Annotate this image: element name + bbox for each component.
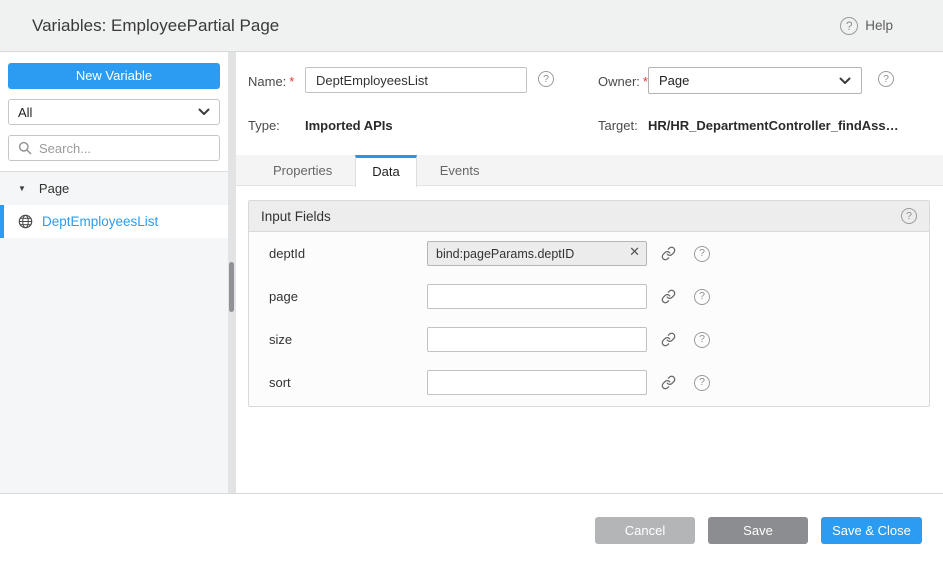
save-button[interactable]: Save — [708, 517, 808, 544]
sidebar-scrollbar-track — [228, 52, 236, 493]
editor-tabbar: Properties Data Events — [236, 155, 943, 186]
variable-editor-main: Name:* ? Owner:* Page ? Type: Imported A… — [236, 52, 943, 493]
clear-binding-icon[interactable]: ✕ — [629, 245, 640, 258]
variables-sidebar: New Variable All ▼ Page DeptEmployeesLis… — [0, 52, 228, 493]
field-help-icon[interactable]: ? — [694, 332, 710, 348]
variable-filter-select[interactable]: All — [8, 99, 220, 125]
new-variable-button[interactable]: New Variable — [8, 63, 220, 89]
input-fields-panel: Input Fields ? deptId ✕ ? page ? — [248, 200, 930, 407]
globe-icon — [18, 214, 33, 229]
bind-link-icon[interactable] — [661, 289, 676, 304]
name-label: Name:* — [248, 74, 294, 89]
input-field-row-deptid: deptId ✕ ? — [249, 232, 929, 275]
field-label: sort — [269, 375, 427, 390]
field-help-icon[interactable]: ? — [694, 246, 710, 262]
help-link[interactable]: ? Help — [840, 17, 893, 35]
size-input[interactable] — [427, 327, 647, 352]
type-value: Imported APIs — [305, 118, 393, 133]
field-label: page — [269, 289, 427, 304]
variable-search-box — [8, 135, 220, 161]
search-icon — [18, 141, 32, 155]
name-input[interactable] — [305, 67, 527, 93]
dialog-title: Variables: EmployeePartial Page — [32, 16, 279, 36]
input-field-row-size: size ? — [249, 318, 929, 361]
type-label: Type: — [248, 118, 280, 133]
sidebar-scrollbar-thumb[interactable] — [229, 262, 234, 312]
input-field-row-sort: sort ? — [249, 361, 929, 404]
tree-item-label: DeptEmployeesList — [42, 214, 158, 229]
chevron-down-icon — [198, 108, 210, 116]
page-input[interactable] — [427, 284, 647, 309]
field-label: deptId — [269, 246, 427, 261]
target-value: HR/HR_DepartmentController_findAss… — [648, 118, 899, 133]
field-help-icon[interactable]: ? — [694, 289, 710, 305]
caret-down-icon: ▼ — [18, 184, 26, 193]
owner-select[interactable]: Page — [648, 67, 862, 94]
bind-link-icon[interactable] — [661, 332, 676, 347]
target-label: Target: — [598, 118, 638, 133]
tree-group-page[interactable]: ▼ Page — [0, 172, 228, 205]
search-input[interactable] — [39, 141, 210, 156]
tree-group-label: Page — [39, 181, 69, 196]
variable-filter-value: All — [18, 105, 198, 120]
bind-link-icon[interactable] — [661, 375, 676, 390]
dialog-header: Variables: EmployeePartial Page ? Help — [0, 0, 943, 52]
help-label: Help — [865, 18, 893, 33]
deptid-input[interactable] — [427, 241, 647, 266]
bind-link-icon[interactable] — [661, 246, 676, 261]
cancel-button[interactable]: Cancel — [595, 517, 695, 544]
tab-events[interactable]: Events — [417, 155, 503, 185]
input-fields-help-icon[interactable]: ? — [901, 208, 917, 224]
input-field-row-page: page ? — [249, 275, 929, 318]
chevron-down-icon — [839, 77, 851, 85]
sort-input[interactable] — [427, 370, 647, 395]
owner-value: Page — [659, 73, 839, 88]
tree-item-deptemployeeslist[interactable]: DeptEmployeesList — [0, 205, 228, 238]
owner-label: Owner:* — [598, 74, 648, 89]
field-label: size — [269, 332, 427, 347]
input-fields-title: Input Fields — [261, 209, 331, 224]
owner-help-icon[interactable]: ? — [878, 71, 894, 87]
dialog-footer: Cancel Save Save & Close — [0, 493, 943, 563]
variables-dialog: Variables: EmployeePartial Page ? Help N… — [0, 0, 943, 563]
field-help-icon[interactable]: ? — [694, 375, 710, 391]
tab-data[interactable]: Data — [355, 155, 416, 187]
variables-tree: ▼ Page DeptEmployeesList — [0, 171, 228, 493]
name-help-icon[interactable]: ? — [538, 71, 554, 87]
tab-properties[interactable]: Properties — [250, 155, 355, 185]
required-marker: * — [289, 74, 294, 89]
save-and-close-button[interactable]: Save & Close — [821, 517, 922, 544]
help-icon: ? — [840, 17, 858, 35]
input-fields-header: Input Fields ? — [249, 201, 929, 232]
